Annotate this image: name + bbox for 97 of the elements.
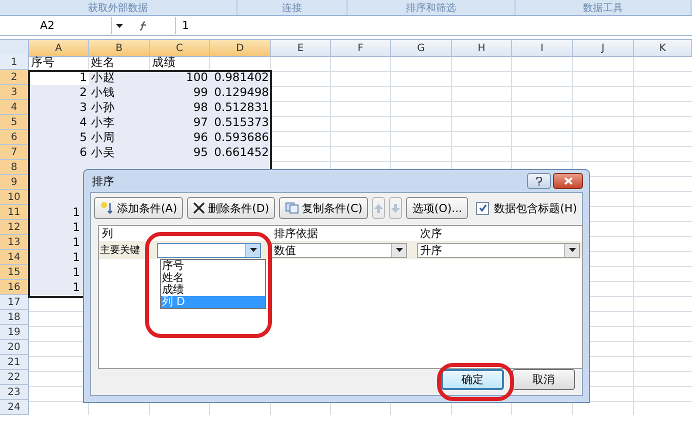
table-cell: 小周 <box>89 130 150 145</box>
caret-icon <box>568 248 576 252</box>
row-header[interactable]: 7 <box>0 145 29 160</box>
table-cell: 96 <box>150 130 210 145</box>
table-cell: 小钱 <box>89 85 150 100</box>
header-checkbox[interactable]: 数据包含标题(H) <box>476 200 577 216</box>
row-header[interactable]: 10 <box>0 190 29 205</box>
dropdown-option[interactable]: 成绩 <box>161 284 265 296</box>
formula-field[interactable]: 1 <box>176 19 189 32</box>
ribbon-group-label: 数据工具 <box>516 0 690 15</box>
table-cell: 0.593686 <box>210 130 271 145</box>
row-header[interactable]: 6 <box>0 130 29 145</box>
sort-on-dropdown[interactable]: 数值 <box>271 242 407 258</box>
table-cell: 2 <box>29 85 89 100</box>
column-header[interactable]: G <box>391 40 452 57</box>
column-heading: 次序 <box>419 226 443 241</box>
sort-key-label: 主要关键 <box>99 244 141 257</box>
row-header[interactable]: 22 <box>0 370 29 385</box>
row-header[interactable]: 2 <box>0 70 29 85</box>
table-cell: 4 <box>29 115 89 130</box>
column-header[interactable]: A <box>29 40 89 57</box>
column-header[interactable]: B <box>89 40 150 57</box>
row-header[interactable]: 23 <box>0 385 29 400</box>
table-cell: 0.515373 <box>210 115 271 130</box>
row-header[interactable]: 3 <box>0 85 29 100</box>
add-condition-icon <box>100 201 114 215</box>
column-header[interactable]: E <box>271 40 331 57</box>
column-heading: 排序依据 <box>273 226 319 241</box>
row-header[interactable]: 13 <box>0 235 29 250</box>
table-cell: 0.512831 <box>210 100 271 115</box>
table-cell: 98 <box>150 100 210 115</box>
name-box[interactable]: A2 <box>0 17 112 34</box>
table-cell-text: 姓名 <box>90 55 116 70</box>
table-cell-text: 序号 <box>30 55 56 70</box>
ribbon-group-label: 获取外部数据 <box>0 0 236 15</box>
copy-icon <box>285 202 300 214</box>
table-cell: 99 <box>150 85 210 100</box>
table-cell: 6 <box>29 145 89 160</box>
table-cell-text: 成绩 <box>151 55 177 70</box>
cancel-button[interactable]: 取消 <box>512 369 575 390</box>
row-header[interactable]: 19 <box>0 325 29 340</box>
column-header[interactable]: F <box>331 40 391 57</box>
table-cell: 小吴 <box>89 145 150 160</box>
column-header[interactable]: J <box>573 40 634 57</box>
row-header[interactable]: 24 <box>0 400 29 415</box>
ribbon-group-label: 连接 <box>238 0 346 15</box>
table-cell: 5 <box>29 130 89 145</box>
toolbar-button[interactable]: 添加条件(A) <box>94 197 184 219</box>
column-header[interactable]: H <box>452 40 512 57</box>
row-header[interactable]: 1 <box>0 55 29 70</box>
toolbar-button[interactable]: 选项(O)... <box>406 197 468 219</box>
row-header[interactable]: 20 <box>0 340 29 355</box>
row-header[interactable]: 4 <box>0 100 29 115</box>
table-cell: 0.661452 <box>210 145 271 160</box>
caret-icon <box>116 24 123 28</box>
help-button[interactable] <box>527 173 551 189</box>
dialog-title: 排序 <box>91 174 114 188</box>
row-header[interactable]: 8 <box>0 160 29 175</box>
x-icon <box>193 202 206 214</box>
caret-icon <box>396 248 402 252</box>
order-dropdown[interactable]: 升序 <box>417 242 580 258</box>
dropdown-option[interactable]: 序号 <box>161 260 265 272</box>
column-header[interactable]: D <box>210 40 271 57</box>
row-header[interactable]: 18 <box>0 310 29 325</box>
toolbar-button[interactable]: 删除条件(D) <box>187 197 276 219</box>
column-heading: 列 <box>101 226 114 241</box>
ribbon-group-label: 排序和筛选 <box>348 0 514 15</box>
column-header[interactable]: I <box>512 40 573 57</box>
column-header[interactable]: C <box>150 40 210 57</box>
column-dropdown[interactable] <box>157 242 261 258</box>
check-icon <box>478 204 487 212</box>
row-header[interactable]: 11 <box>0 205 29 220</box>
table-cell: 3 <box>29 100 89 115</box>
table-cell: 小李 <box>89 115 150 130</box>
help-icon <box>536 176 542 186</box>
table-cell: 97 <box>150 115 210 130</box>
row-header[interactable]: 5 <box>0 115 29 130</box>
row-header[interactable]: 21 <box>0 355 29 370</box>
table-cell: 小孙 <box>89 100 150 115</box>
toolbar-button[interactable]: 复制条件(C) <box>279 197 368 219</box>
row-header[interactable]: 17 <box>0 295 29 310</box>
row-header[interactable]: 16 <box>0 280 29 295</box>
dropdown-option[interactable]: 姓名 <box>161 272 265 284</box>
column-header[interactable]: K <box>634 40 692 57</box>
ok-button[interactable]: 确定 <box>441 369 504 390</box>
row-header[interactable]: 12 <box>0 220 29 235</box>
row-header[interactable]: 15 <box>0 265 29 280</box>
table-cell: 95 <box>150 145 210 160</box>
table-cell: 0.129498 <box>210 85 271 100</box>
row-header[interactable]: 9 <box>0 175 29 190</box>
function-icon[interactable] <box>139 20 149 30</box>
close-button[interactable] <box>553 173 583 189</box>
up-arrow-icon <box>374 204 384 212</box>
caret-icon <box>250 248 256 252</box>
row-header[interactable]: 14 <box>0 250 29 265</box>
down-arrow-icon <box>391 204 400 212</box>
close-icon <box>564 177 572 185</box>
